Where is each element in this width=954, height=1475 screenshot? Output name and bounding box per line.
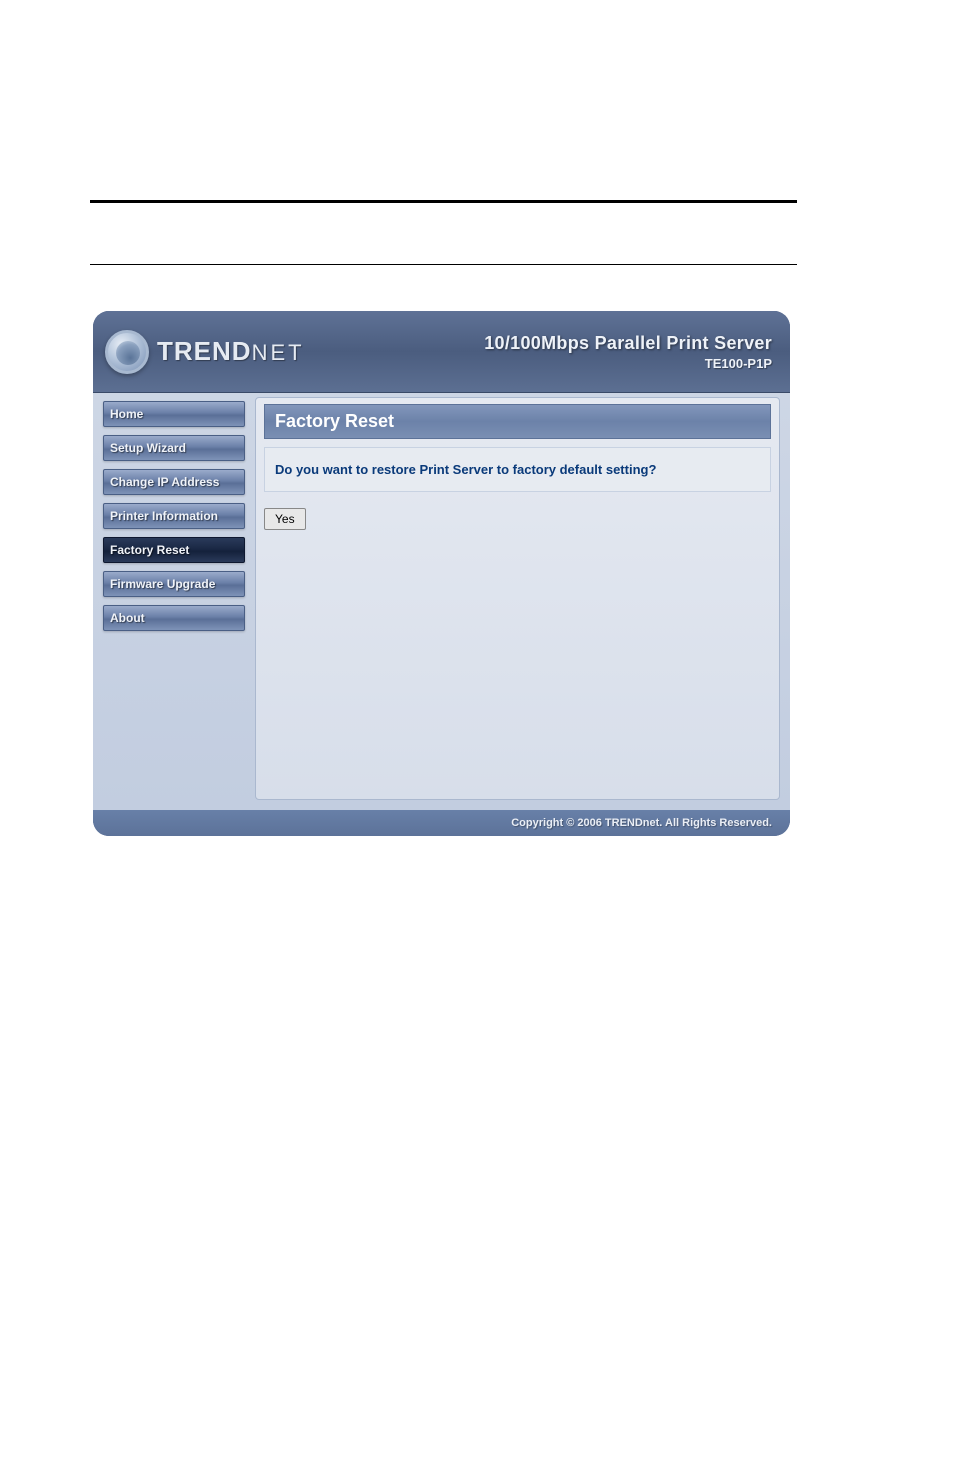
confirm-prompt: Do you want to restore Print Server to f… [275, 462, 760, 477]
divider-thick [90, 200, 797, 203]
nav-about[interactable]: About [103, 605, 245, 631]
yes-button[interactable]: Yes [264, 508, 306, 530]
nav-setup-wizard[interactable]: Setup Wizard [103, 435, 245, 461]
nav-firmware-upgrade[interactable]: Firmware Upgrade [103, 571, 245, 597]
brand-net: NET [252, 340, 305, 365]
content-area: Factory Reset Do you want to restore Pri… [255, 397, 780, 800]
brand-text: TRENDNET [157, 336, 305, 367]
brand-logo: TRENDNET [105, 330, 305, 374]
nav-factory-reset[interactable]: Factory Reset [103, 537, 245, 563]
trendnet-logo-icon [105, 330, 149, 374]
sidebar-nav: Home Setup Wizard Change IP Address Printer… [103, 397, 245, 810]
router-admin-panel: TRENDNET 10/100Mbps Parallel Print Serve… [93, 311, 790, 836]
prompt-box: Do you want to restore Print Server to f… [264, 447, 771, 492]
nav-home[interactable]: Home [103, 401, 245, 427]
brand-trend: TREND [157, 336, 252, 366]
nav-printer-info[interactable]: Printer Information [103, 503, 245, 529]
panel-header: TRENDNET 10/100Mbps Parallel Print Serve… [93, 311, 790, 393]
footer-copyright: Copyright © 2006 TRENDnet. All Rights Re… [93, 810, 790, 836]
nav-change-ip[interactable]: Change IP Address [103, 469, 245, 495]
content-heading: Factory Reset [264, 404, 771, 439]
panel-body: Home Setup Wizard Change IP Address Printer… [93, 393, 790, 810]
divider-thin [90, 264, 797, 265]
product-title: 10/100Mbps Parallel Print Server [484, 333, 772, 354]
product-model: TE100-P1P [484, 356, 772, 371]
header-right: 10/100Mbps Parallel Print Server TE100-P… [484, 333, 772, 371]
